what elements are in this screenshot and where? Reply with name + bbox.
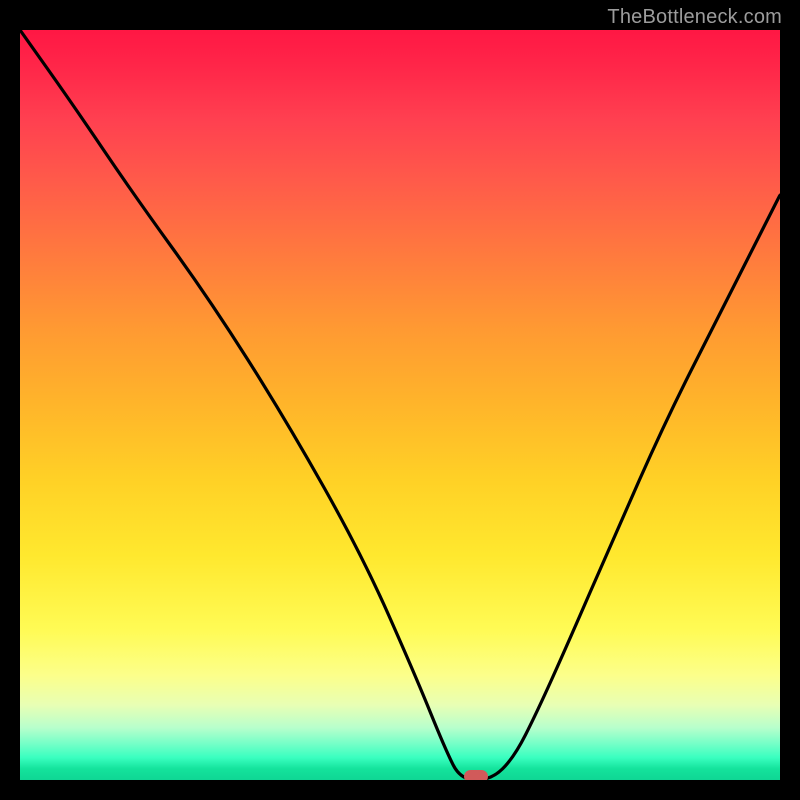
plot-area: [20, 30, 780, 780]
watermark-text: TheBottleneck.com: [607, 6, 782, 29]
minimum-marker: [464, 770, 488, 780]
chart-frame: TheBottleneck.com: [0, 0, 800, 800]
bottleneck-curve: [20, 30, 780, 780]
